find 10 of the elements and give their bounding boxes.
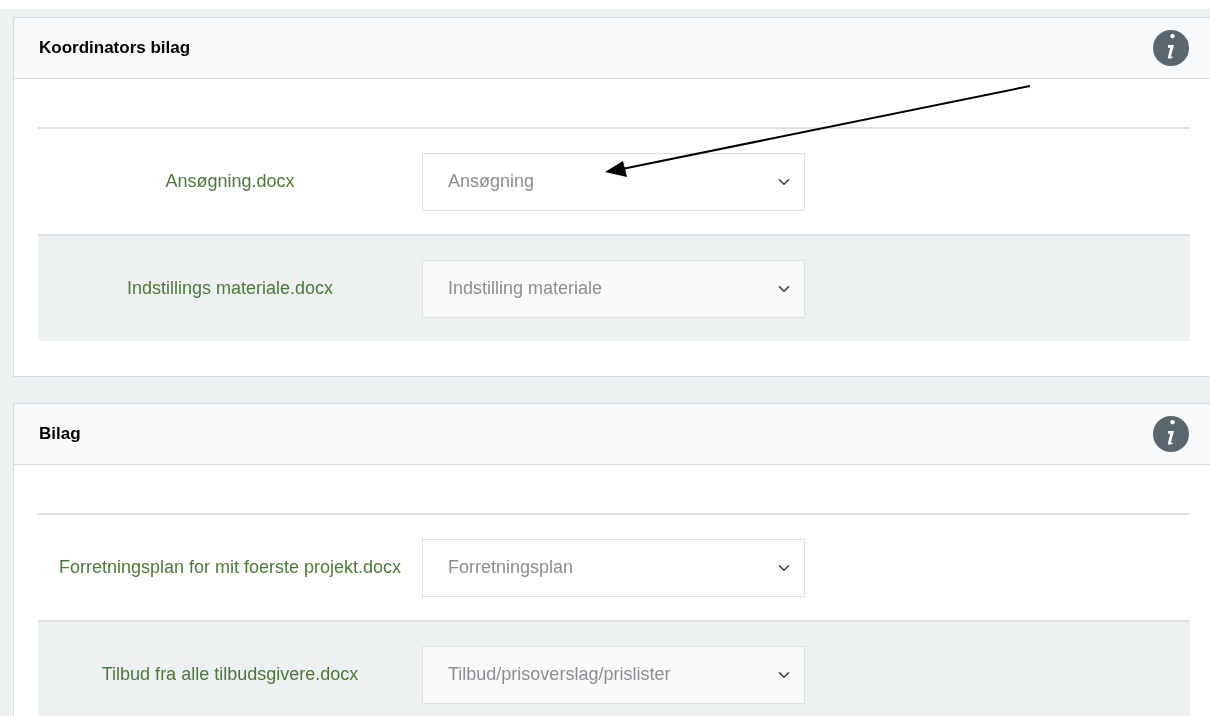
card-title: Koordinators bilag — [39, 37, 191, 60]
file-name: Tilbud fra alle tilbudsgivere.docx — [100, 663, 360, 687]
file-name: Indstillings materiale.docx — [125, 277, 335, 301]
category-dropdown[interactable]: Ansøgning — [422, 152, 805, 211]
file-name: Forretningsplan for mit foerste projekt.docx — [57, 556, 403, 580]
category-dropdown[interactable]: Forretningsplan — [422, 538, 805, 597]
file-name: Ansøgning.docx — [164, 170, 296, 194]
card-title: Bilag — [39, 423, 81, 446]
category-dropdown[interactable]: Indstilling materiale — [422, 259, 805, 318]
category-dropdown[interactable]: Tilbud/prisoverslag/prislister — [422, 645, 805, 704]
